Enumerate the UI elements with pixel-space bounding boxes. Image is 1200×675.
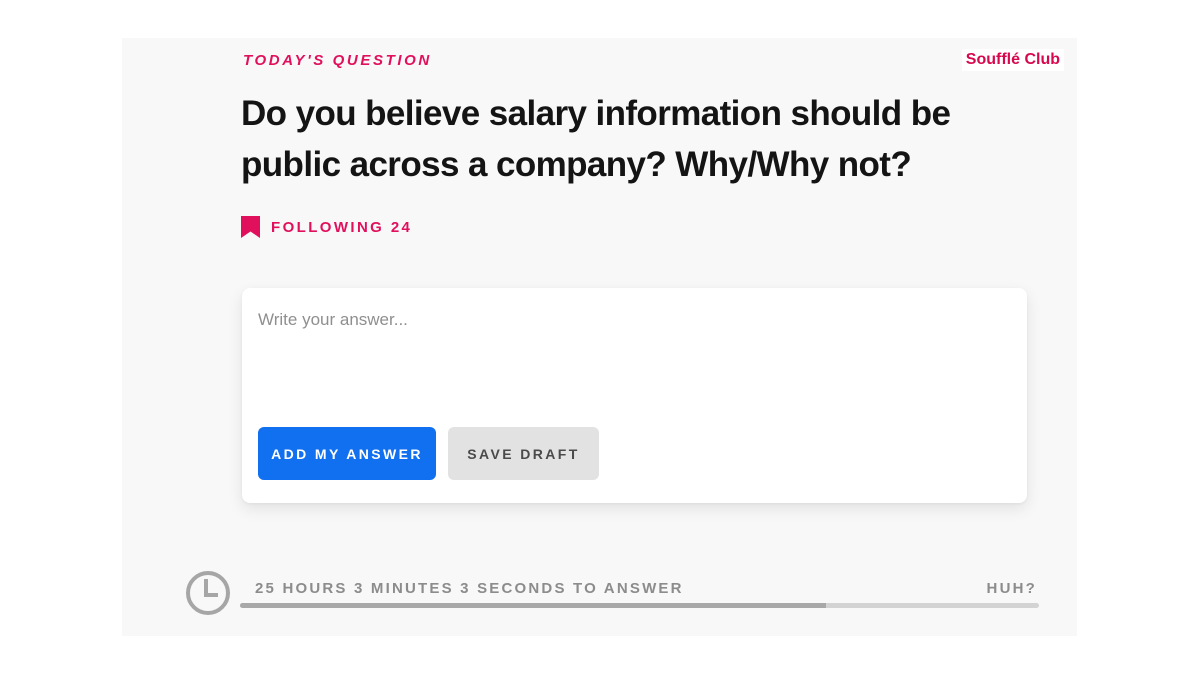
todays-question-label: TODAY'S QUESTION xyxy=(243,52,432,69)
time-remaining: 25 HOURS 3 MINUTES 3 SECONDS TO ANSWER xyxy=(255,580,684,597)
question-panel: TODAY'S QUESTION Soufflé Club Do you bel… xyxy=(122,38,1077,636)
brand-badge[interactable]: Soufflé Club xyxy=(961,49,1064,71)
help-link[interactable]: HUH? xyxy=(987,580,1037,597)
following-count: FOLLOWING 24 xyxy=(271,218,413,236)
clock-icon xyxy=(186,571,230,615)
answer-input[interactable] xyxy=(258,310,1008,400)
save-draft-button[interactable]: SAVE DRAFT xyxy=(448,427,599,480)
question-title: Do you believe salary information should… xyxy=(241,94,951,184)
time-progress-bar xyxy=(240,603,1039,608)
time-progress-fill xyxy=(240,603,826,608)
add-answer-button[interactable]: ADD MY ANSWER xyxy=(258,427,436,480)
answer-card: ADD MY ANSWER SAVE DRAFT xyxy=(242,288,1027,503)
bookmark-icon xyxy=(241,216,260,238)
follow-toggle[interactable]: FOLLOWING 24 xyxy=(241,216,412,238)
